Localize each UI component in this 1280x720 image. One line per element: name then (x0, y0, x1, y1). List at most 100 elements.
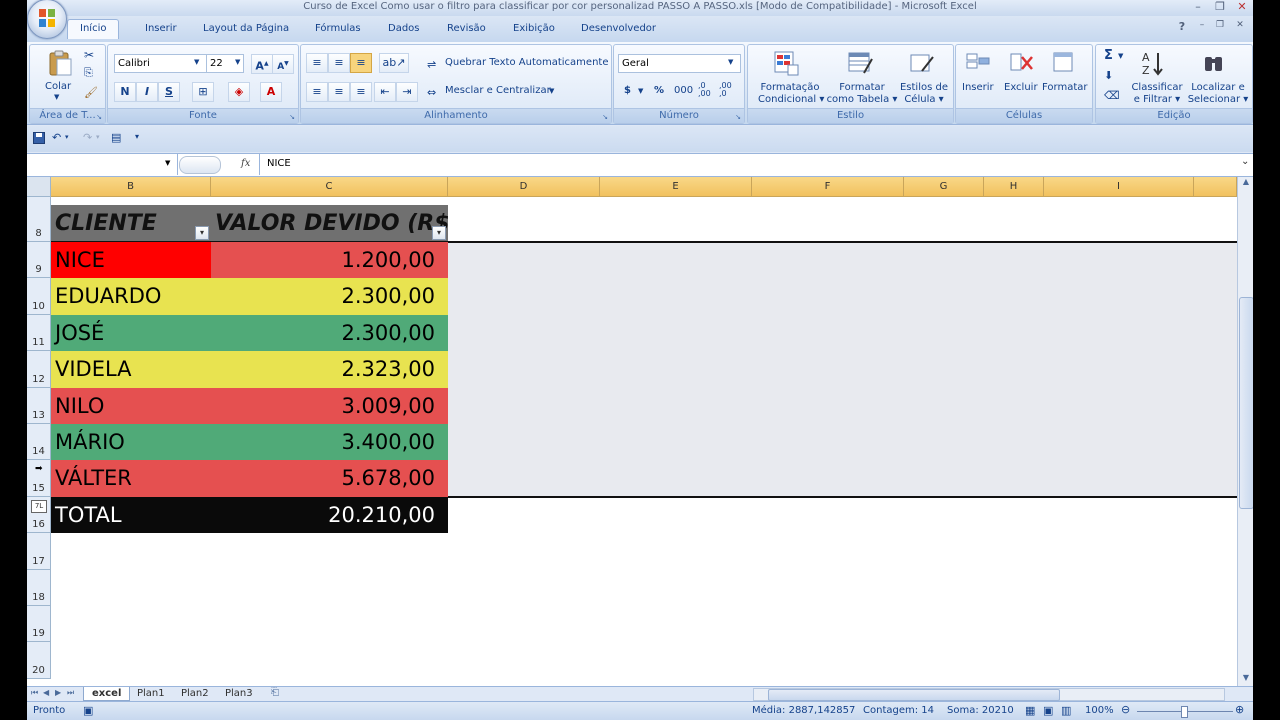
cell-client-name[interactable]: EDUARDO (51, 278, 211, 315)
scroll-down-icon[interactable]: ▼ (1240, 673, 1252, 685)
align-center-icon[interactable]: ≡ (328, 82, 350, 102)
font-color-icon[interactable]: A (260, 82, 282, 102)
insert-cells-icon[interactable] (964, 49, 992, 77)
cell-amount[interactable]: 3.400,00 (211, 424, 448, 461)
column-header-c[interactable]: C (211, 177, 448, 197)
fill-color-icon[interactable]: ◈ (228, 82, 250, 102)
cell-client-name[interactable]: MÁRIO (51, 424, 211, 461)
align-right-icon[interactable]: ≡ (350, 82, 372, 102)
tab-inserir[interactable]: Inserir (137, 21, 185, 36)
sheet-nav-first-icon[interactable]: ⏮ (31, 688, 38, 698)
total-label-cell[interactable]: TOTAL (51, 496, 211, 534)
number-format-dropdown-icon[interactable]: ▼ (728, 58, 733, 66)
currency-dropdown-icon[interactable]: ▼ (638, 87, 643, 95)
column-header-e[interactable]: E (600, 177, 752, 197)
paste-button[interactable]: Colar (45, 81, 71, 92)
cell-client-name[interactable]: NILO (51, 387, 211, 424)
decrease-decimal-icon[interactable]: ,00,0 (719, 82, 732, 98)
page-layout-view-icon[interactable]: ▣ (1043, 704, 1053, 717)
font-size-dropdown-icon[interactable]: ▼ (235, 58, 240, 66)
row-header[interactable]: 20 (27, 642, 51, 679)
format-cells-button[interactable]: Formatar (1042, 82, 1087, 93)
worksheet-grid[interactable]: B C D E F G H I 8 CLIENTE VALOR DEVIDO (R$) ▾ ▾ 9 NICE… (27, 177, 1237, 687)
column-header-f[interactable]: F (752, 177, 904, 197)
sort-filter-icon[interactable]: A Z (1140, 49, 1168, 77)
paste-dropdown-icon[interactable]: ▼ (54, 93, 59, 101)
sheet-tab-plan3[interactable]: Plan3 (217, 687, 261, 700)
workbook-restore-button[interactable]: ❐ (1211, 20, 1229, 30)
number-format-box[interactable]: Geral (618, 54, 741, 73)
thousands-button[interactable]: 000 (674, 85, 693, 96)
number-launcher-icon[interactable]: ↘ (735, 113, 741, 121)
minimize-button[interactable]: – (1189, 0, 1207, 13)
delete-cells-icon[interactable] (1008, 49, 1036, 77)
cell-amount[interactable]: 2.300,00 (211, 278, 448, 315)
currency-button[interactable]: $ (624, 85, 631, 96)
name-box-dropdown-icon[interactable]: ▼ (165, 159, 170, 167)
shrink-font-icon[interactable]: A▼ (272, 54, 294, 74)
save-icon[interactable] (33, 132, 45, 144)
percent-button[interactable]: % (654, 85, 664, 96)
font-name-dropdown-icon[interactable]: ▼ (194, 58, 199, 66)
workbook-minimize-button[interactable]: – (1193, 20, 1211, 30)
decrease-indent-icon[interactable]: ⇤ (374, 82, 396, 102)
cell-amount[interactable]: 1.200,00 (211, 242, 448, 279)
merge-center-button[interactable]: Mesclar e Centralizar (445, 85, 551, 96)
zoom-in-icon[interactable]: ⊕ (1235, 703, 1244, 716)
tab-início[interactable]: Início (67, 19, 120, 39)
row-header[interactable]: 12 (27, 351, 51, 388)
macro-record-icon[interactable]: ▣ (83, 704, 93, 717)
column-header-g[interactable]: G (904, 177, 984, 197)
copy-icon[interactable]: ⎘ (84, 66, 93, 80)
sheet-tab-excel[interactable]: excel (83, 687, 131, 701)
tab-exibição[interactable]: Exibição (505, 21, 563, 36)
format-cells-icon[interactable] (1050, 49, 1078, 77)
sheet-nav-last-icon[interactable]: ⏭ (67, 688, 74, 698)
tab-revisão[interactable]: Revisão (439, 21, 494, 36)
sheet-tab-plan1[interactable]: Plan1 (129, 687, 173, 700)
cell-client-name[interactable]: JOSÉ (51, 314, 211, 352)
autosum-dropdown-icon[interactable]: ▼ (1118, 52, 1123, 60)
customize-qat-icon[interactable]: ▾ (135, 132, 139, 141)
tab-dados[interactable]: Dados (380, 21, 428, 36)
fill-icon[interactable]: ⬇ (1104, 69, 1113, 82)
find-select-icon[interactable] (1200, 49, 1228, 77)
align-left-icon[interactable]: ≡ (306, 82, 328, 102)
formula-expand-icon[interactable] (179, 156, 221, 174)
alignment-launcher-icon[interactable]: ↘ (602, 113, 608, 121)
autosum-icon[interactable]: Σ (1104, 48, 1113, 63)
sheet-nav-next-icon[interactable]: ▶ (55, 688, 61, 697)
zoom-slider-thumb[interactable] (1181, 706, 1188, 718)
total-amount-cell[interactable]: 20.210,00 (211, 496, 448, 534)
insert-function-button[interactable]: fx (241, 158, 250, 169)
orientation-icon[interactable]: ab↗ (379, 53, 409, 73)
undo-icon[interactable]: ↶ (52, 131, 61, 144)
help-icon[interactable]: ? (1173, 20, 1191, 33)
cell-amount[interactable]: 5.678,00 (211, 460, 448, 497)
tab-desenvolvedor[interactable]: Desenvolvedor (573, 21, 664, 36)
cut-icon[interactable]: ✂ (84, 48, 94, 62)
cell-amount[interactable]: 2.300,00 (211, 314, 448, 352)
name-box[interactable] (27, 154, 178, 175)
vertical-scroll-thumb[interactable] (1239, 297, 1253, 509)
increase-decimal-icon[interactable]: ,0,00 (698, 82, 711, 98)
format-as-table-button[interactable]: Formatar como Tabela ▾ (826, 82, 898, 106)
office-button[interactable] (27, 0, 67, 39)
page-break-view-icon[interactable]: ▥ (1061, 704, 1071, 717)
form-icon[interactable]: ▤ (111, 131, 121, 144)
borders-icon[interactable]: ⊞ (192, 82, 214, 102)
row-header[interactable]: 17 (27, 533, 51, 570)
restore-button[interactable]: ❐ (1211, 0, 1229, 13)
tab-fórmulas[interactable]: Fórmulas (307, 21, 369, 36)
horizontal-scrollbar[interactable] (753, 688, 1225, 701)
cell-styles-icon[interactable] (908, 49, 936, 77)
row-header[interactable]: 8 (27, 197, 51, 242)
grow-font-icon[interactable]: A▲ (251, 54, 273, 74)
workbook-close-button[interactable]: ✕ (1231, 20, 1249, 30)
row-header[interactable]: 9 (27, 242, 51, 279)
zoom-level[interactable]: 100% (1085, 705, 1114, 716)
row-header[interactable]: 13 (27, 387, 51, 424)
italic-button[interactable]: I (136, 82, 158, 102)
delete-cells-button[interactable]: Excluir (1004, 82, 1038, 93)
formula-input[interactable]: NICE (259, 154, 1253, 175)
